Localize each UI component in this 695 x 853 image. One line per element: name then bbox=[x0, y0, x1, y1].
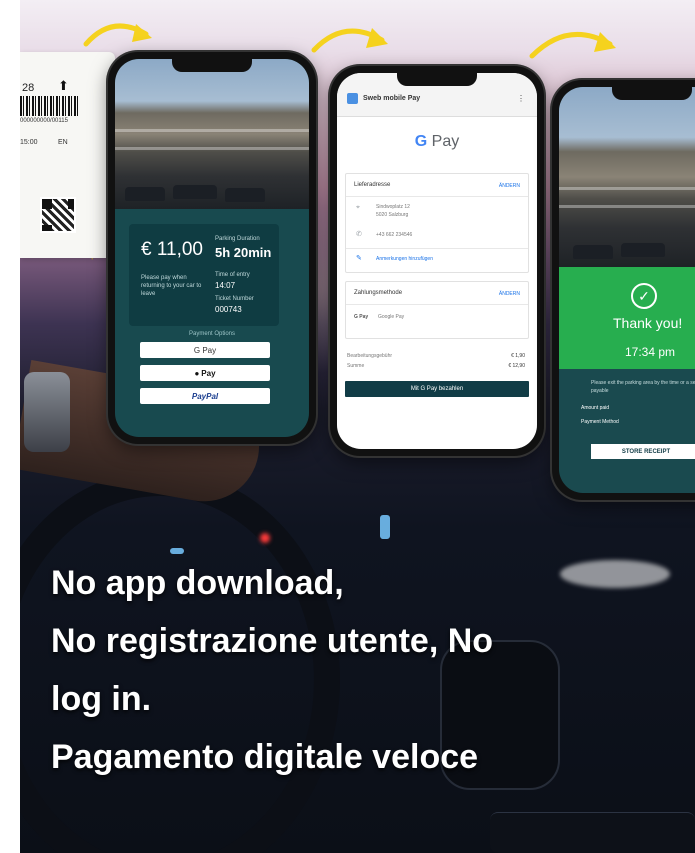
red-button bbox=[260, 533, 270, 543]
fee-label: Bearbeitungsgebühr bbox=[347, 353, 393, 359]
apple-pay-button[interactable]: ● Pay bbox=[140, 365, 270, 381]
phone-google-pay: Sweb mobile Pay ⋮ G Pay Lieferadresse ÄN… bbox=[330, 66, 544, 456]
phone-number: +43 662 234546 bbox=[376, 232, 413, 238]
phone-payment-confirmation: ✓ Thank you! 17:34 pm Please exit the pa… bbox=[552, 80, 695, 500]
location-pin-icon: ⌖ bbox=[356, 204, 360, 211]
address-line1: Sindwoplatz 12 bbox=[376, 204, 410, 210]
dashboard-light bbox=[380, 515, 390, 539]
payment-heading: Zahlungsmethode bbox=[354, 290, 403, 296]
parking-garage-photo bbox=[115, 59, 309, 209]
paid-time: 17:34 pm bbox=[625, 345, 676, 359]
duration-label: Parking Duration bbox=[215, 236, 260, 242]
gpay-small-icon: G Pay bbox=[354, 314, 369, 320]
ticket-value: 000743 bbox=[215, 305, 242, 314]
sum-label: Summe bbox=[347, 363, 365, 369]
phone-notch bbox=[397, 72, 477, 86]
parking-garage-photo bbox=[559, 87, 695, 267]
parking-summary-card: € 11,00 Parking Duration 5h 20min Please… bbox=[129, 224, 279, 326]
phone-parking-summary: € 11,00 Parking Duration 5h 20min Please… bbox=[108, 52, 316, 444]
entry-value: 14:07 bbox=[215, 281, 236, 290]
hero-background: 28 ⬆ 000000000/00115 15:00 EN € 11,00 Pa… bbox=[20, 0, 695, 853]
phone-notch bbox=[172, 58, 252, 72]
qr-code-icon bbox=[40, 197, 76, 233]
phone-notch bbox=[612, 86, 692, 100]
sum-value: € 12,90 bbox=[508, 363, 525, 369]
headline-line2: No registrazione utente, No bbox=[51, 622, 494, 660]
google-pay-button[interactable]: G Pay bbox=[140, 342, 270, 358]
ticket-label: Ticket Number bbox=[215, 296, 254, 302]
ticket-serial: 000000000/00115 bbox=[20, 118, 68, 124]
apple-icon: ● bbox=[194, 368, 200, 378]
apple-pay-label: Pay bbox=[201, 368, 216, 378]
curved-arrow-icon bbox=[529, 31, 616, 59]
address-section: Lieferadresse ÄNDERN ⌖ Sindwoplatz 12 50… bbox=[345, 173, 529, 273]
more-vert-icon[interactable]: ⋮ bbox=[517, 94, 525, 103]
pencil-icon: ✎ bbox=[356, 255, 362, 262]
parking-price: € 11,00 bbox=[141, 239, 203, 260]
store-receipt-button[interactable]: STORE RECEIPT bbox=[591, 444, 695, 459]
gpay-logo: G Pay bbox=[414, 133, 460, 150]
paypal-button[interactable]: PayPal bbox=[140, 388, 270, 404]
payment-options-label: Payment Options bbox=[188, 331, 236, 337]
change-payment-link[interactable]: ÄNDERN bbox=[499, 291, 520, 297]
payment-method-value: Google Pay bbox=[378, 314, 405, 320]
barcode-icon bbox=[20, 96, 78, 116]
address-heading: Lieferadresse bbox=[354, 182, 391, 188]
ticket-time: 15:00 bbox=[20, 139, 38, 146]
ticket-lang: EN bbox=[58, 139, 68, 146]
entry-label: Time of entry bbox=[215, 272, 250, 278]
payment-method-label: Payment Method bbox=[581, 419, 619, 425]
pay-with-gpay-button[interactable]: Mit G Pay bezahlen bbox=[345, 381, 529, 397]
headline-line1: No app download, bbox=[51, 564, 344, 602]
add-notes-link[interactable]: Anmerkungen hinzufügen bbox=[376, 256, 433, 262]
dashboard-light bbox=[170, 548, 184, 554]
headline-line4: Pagamento digitale veloce bbox=[51, 738, 479, 776]
phone-icon: ✆ bbox=[356, 231, 362, 238]
dashboard-buttons bbox=[490, 812, 695, 853]
pay-hint: Please pay when returning to your car to… bbox=[141, 275, 202, 297]
app-title: Sweb mobile Pay bbox=[363, 95, 421, 102]
payment-method-section: Zahlungsmethode ÄNDERN G Pay Google Pay bbox=[345, 281, 529, 339]
fee-value: € 1,90 bbox=[511, 353, 525, 359]
duration-value: 5h 20min bbox=[215, 245, 272, 260]
watch bbox=[24, 372, 70, 452]
arrow-up-icon: ⬆ bbox=[58, 78, 69, 93]
app-logo-icon bbox=[347, 93, 358, 104]
phone-screen: € 11,00 Parking Duration 5h 20min Please… bbox=[115, 59, 309, 437]
phone-screen: ✓ Thank you! 17:34 pm Please exit the pa… bbox=[559, 87, 695, 493]
thank-you-text: Thank you! bbox=[613, 315, 683, 331]
check-circle-icon: ✓ bbox=[631, 283, 657, 309]
curved-arrow-icon bbox=[83, 23, 152, 47]
exit-note: Please exit the parking area by the time… bbox=[591, 380, 695, 394]
phone-screen: Sweb mobile Pay ⋮ G Pay Lieferadresse ÄN… bbox=[337, 73, 537, 449]
curved-arrow-icon bbox=[311, 28, 388, 53]
amount-paid-label: Amount paid bbox=[581, 405, 610, 411]
parking-ticket: 28 ⬆ 000000000/00115 15:00 EN bbox=[20, 52, 115, 258]
change-address-link[interactable]: ÄNDERN bbox=[499, 183, 520, 189]
address-line2: 5020 Salzburg bbox=[376, 212, 409, 218]
headline-line3: log in. bbox=[51, 680, 152, 718]
ticket-number: 28 bbox=[22, 82, 35, 94]
dashboard-glow bbox=[560, 560, 670, 588]
